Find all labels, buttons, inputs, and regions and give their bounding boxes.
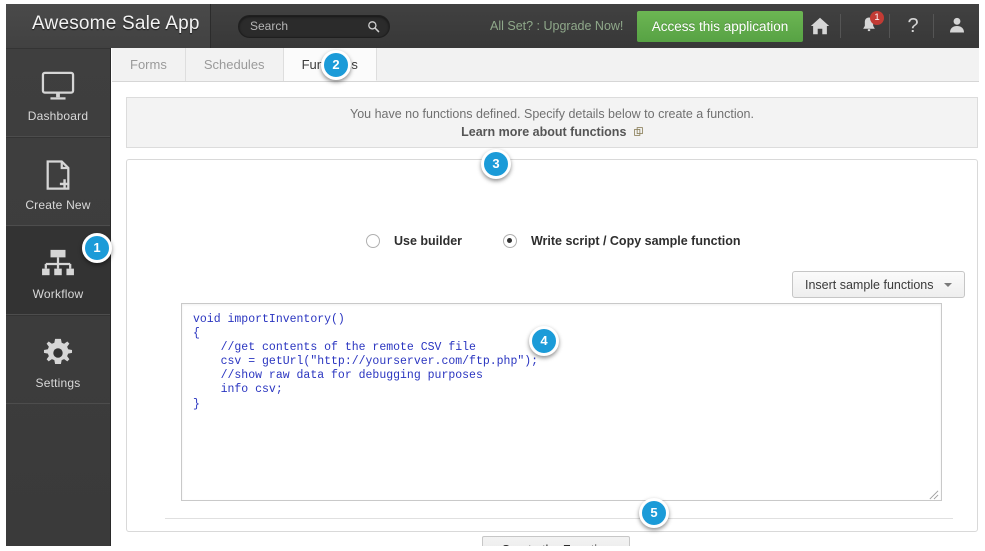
- app-title: Awesome Sale App: [32, 13, 200, 34]
- callout-badge-3: 3: [481, 149, 511, 179]
- tab-forms[interactable]: Forms: [112, 48, 186, 81]
- home-icon[interactable]: [809, 15, 831, 37]
- callout-badge-1: 1: [82, 233, 112, 263]
- access-application-button[interactable]: Access this application: [637, 11, 803, 42]
- tab-label: Forms: [130, 57, 167, 72]
- sidebar-item-label: Dashboard: [27, 109, 89, 123]
- script-editor-content[interactable]: void importInventory() { //get contents …: [182, 304, 941, 412]
- header-divider-1: [840, 14, 841, 38]
- learn-more-label: Learn more about functions: [461, 125, 627, 139]
- left-sidebar: Dashboard Create New Workflow Settings: [6, 48, 111, 546]
- app-window: Awesome Sale App All Set? : Upgrade Now!…: [0, 0, 985, 551]
- resize-handle-icon[interactable]: [928, 487, 939, 500]
- sidebar-item-dashboard[interactable]: Dashboard: [6, 48, 110, 137]
- script-editor[interactable]: void importInventory() { //get contents …: [181, 303, 942, 501]
- bell-icon[interactable]: 1: [859, 11, 884, 37]
- app-brand: Awesome Sale App: [6, 4, 211, 48]
- main-content: Forms Schedules Functions You have no fu…: [112, 48, 979, 546]
- app-frame: Awesome Sale App All Set? : Upgrade Now!…: [6, 4, 979, 546]
- empty-state-notice: You have no functions defined. Specify d…: [126, 97, 978, 148]
- upgrade-prompt[interactable]: All Set? : Upgrade Now!: [490, 19, 623, 33]
- tab-schedules[interactable]: Schedules: [186, 48, 284, 81]
- monitor-icon: [6, 48, 110, 106]
- notice-message: You have no functions defined. Specify d…: [350, 107, 754, 121]
- external-link-icon: [634, 125, 643, 136]
- sidebar-item-settings[interactable]: Settings: [6, 315, 110, 404]
- sidebar-item-label: Workflow: [32, 287, 84, 301]
- header-divider-2: [889, 14, 890, 38]
- gear-icon: [6, 315, 110, 373]
- panel-divider: [165, 518, 953, 519]
- sidebar-item-label: Settings: [35, 376, 81, 390]
- tab-label: Schedules: [203, 57, 265, 72]
- top-header-bar: Awesome Sale App All Set? : Upgrade Now!…: [6, 4, 979, 48]
- radio-write-script-dot[interactable]: [502, 233, 517, 248]
- sidebar-item-create-new[interactable]: Create New: [6, 137, 110, 226]
- insert-sample-functions-label: Insert sample functions: [804, 277, 934, 292]
- tab-strip: Forms Schedules Functions: [112, 48, 979, 82]
- callout-badge-4: 4: [529, 326, 559, 356]
- radio-use-builder-dot[interactable]: [365, 233, 380, 248]
- radio-use-builder-label: Use builder: [393, 233, 463, 248]
- header-divider-3: [933, 14, 934, 38]
- search-icon: [367, 20, 380, 33]
- radio-use-builder[interactable]: Use builder: [365, 232, 463, 250]
- search-box[interactable]: [238, 15, 390, 38]
- chevron-down-icon: [944, 283, 952, 288]
- sidebar-item-label: Create New: [25, 198, 91, 212]
- insert-sample-functions-button[interactable]: Insert sample functions: [791, 271, 965, 298]
- help-icon[interactable]: ?: [902, 14, 924, 38]
- notification-count-badge: 1: [870, 11, 884, 25]
- learn-more-link[interactable]: Learn more about functions: [461, 125, 643, 139]
- search-input[interactable]: [250, 16, 360, 37]
- user-icon[interactable]: [947, 15, 969, 37]
- radio-write-script[interactable]: Write script / Copy sample function: [502, 232, 741, 250]
- callout-badge-5: 5: [639, 498, 669, 528]
- new-document-icon: [6, 137, 110, 195]
- radio-write-script-label: Write script / Copy sample function: [530, 233, 741, 248]
- callout-badge-2: 2: [321, 50, 351, 80]
- mode-radio-group: Use builder Write script / Copy sample f…: [127, 232, 979, 250]
- create-the-function-button[interactable]: Create the Function: [482, 536, 630, 546]
